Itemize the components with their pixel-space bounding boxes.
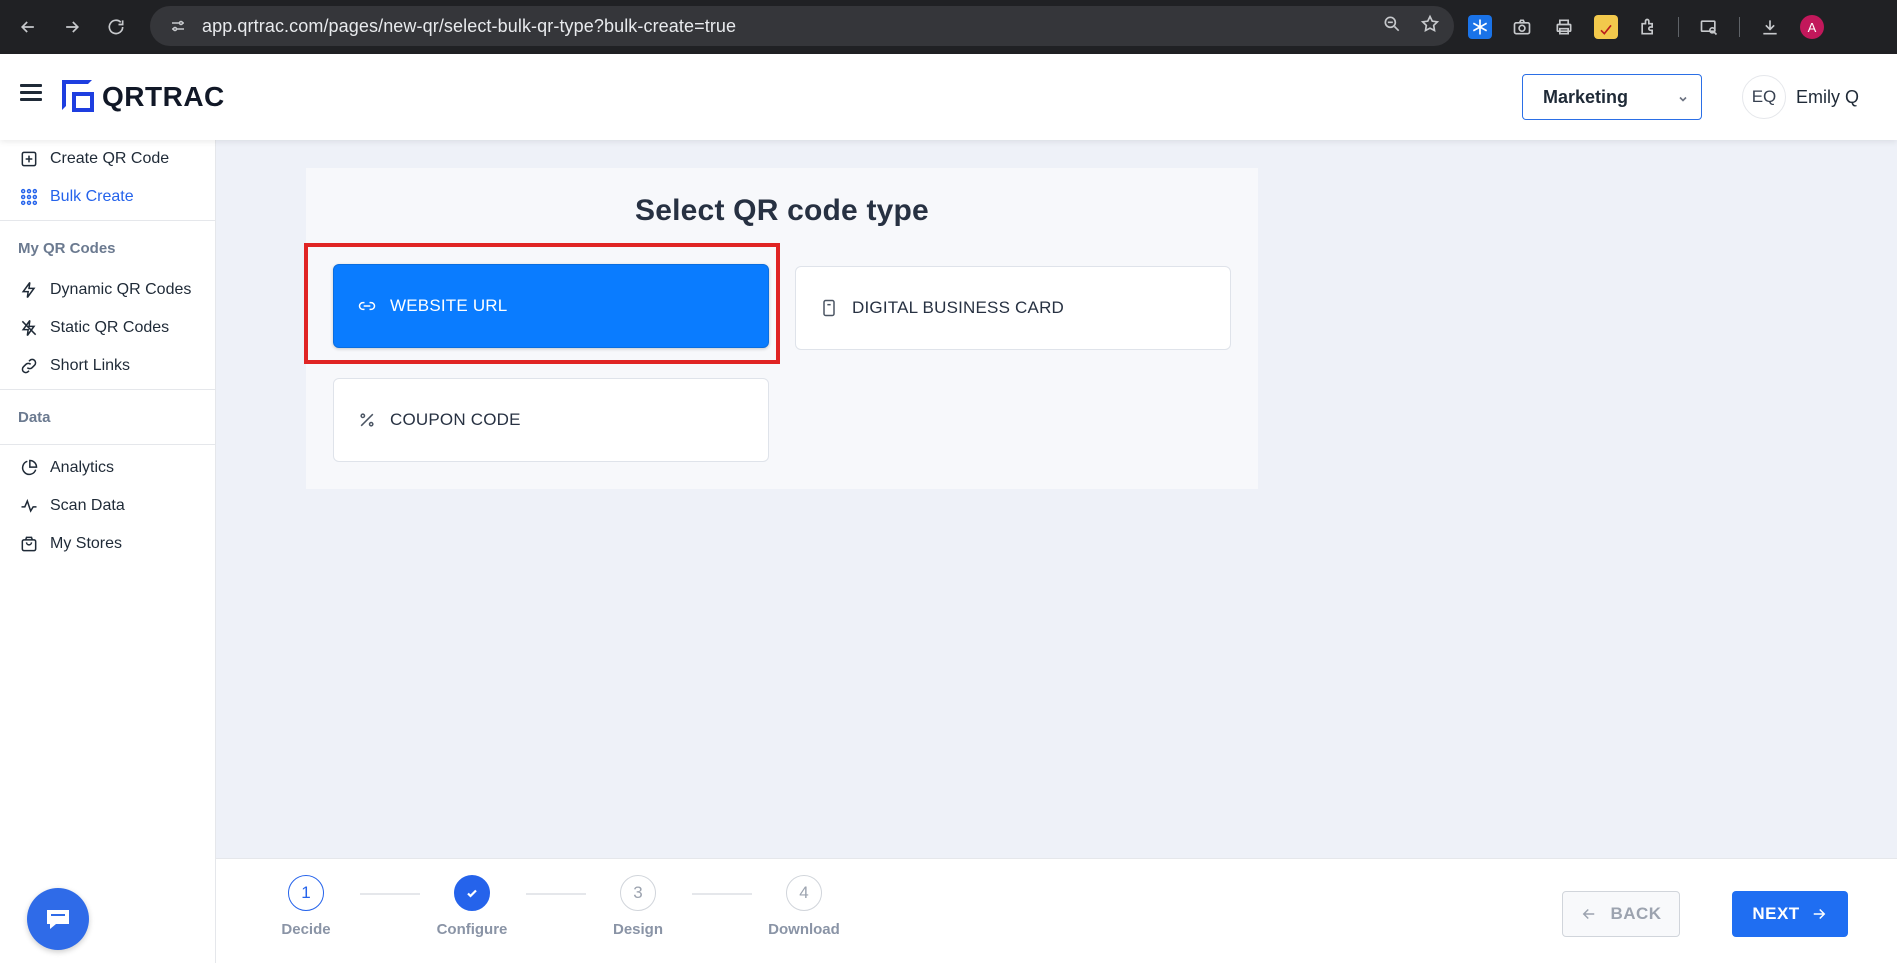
qr-type-card-label: DIGITAL BUSINESS CARD bbox=[852, 298, 1065, 317]
sidebar-item-bulk-create[interactable]: Bulk Create bbox=[0, 178, 215, 216]
step-label: Design bbox=[612, 921, 663, 938]
browser-profile-avatar[interactable]: A bbox=[1800, 15, 1824, 39]
sidebar-item-label: Analytics bbox=[50, 459, 115, 476]
sidebar-item-analytics[interactable]: Analytics bbox=[0, 449, 215, 487]
sidebar-divider bbox=[0, 444, 215, 445]
sidebar-item-create-qr-code[interactable]: Create QR Code bbox=[0, 140, 215, 178]
snowflake-extension-icon[interactable] bbox=[1468, 15, 1492, 39]
download-icon[interactable] bbox=[1758, 15, 1782, 39]
sidebar-item-label: My Stores bbox=[50, 535, 123, 552]
sidebar-item-label: Scan Data bbox=[50, 497, 125, 514]
link-icon bbox=[18, 355, 40, 377]
next-button-label: NEXT bbox=[1752, 904, 1800, 923]
step-number: 4 bbox=[786, 875, 822, 911]
extensions-bar: A bbox=[1468, 8, 1824, 46]
logo-mark-icon bbox=[62, 80, 96, 114]
puzzle-extensions-icon[interactable] bbox=[1636, 15, 1660, 39]
app-header: QRTRAC Marketing EQ Emily Q bbox=[0, 54, 1897, 140]
shopping-bag-icon bbox=[18, 533, 40, 555]
step-connector bbox=[692, 893, 752, 895]
bookmark-star-icon[interactable] bbox=[1420, 14, 1440, 39]
address-bar[interactable]: app.qrtrac.com/pages/new-qr/select-bulk-… bbox=[150, 6, 1454, 46]
sidebar-item-label: Short Links bbox=[50, 357, 131, 374]
zoom-icon[interactable] bbox=[1382, 14, 1402, 39]
sidebar-divider bbox=[0, 389, 215, 390]
sidebar-divider bbox=[0, 220, 215, 221]
next-button[interactable]: NEXT bbox=[1732, 891, 1848, 937]
chat-widget-button[interactable] bbox=[27, 888, 89, 950]
printer-extension-icon[interactable] bbox=[1552, 15, 1576, 39]
selection-highlight-box bbox=[304, 243, 780, 364]
toolbar-divider bbox=[1739, 17, 1740, 37]
qr-type-card-coupon-code[interactable]: COUPON CODE bbox=[333, 378, 769, 462]
tab-search-icon[interactable] bbox=[1697, 15, 1721, 39]
camera-extension-icon[interactable] bbox=[1510, 15, 1534, 39]
step-design[interactable]: 3 Design bbox=[588, 875, 688, 938]
organization-select[interactable]: Marketing bbox=[1522, 74, 1702, 120]
organization-select-value: Marketing bbox=[1543, 86, 1629, 107]
sidebar: Create QR Code Bulk Create My QR Codes D… bbox=[0, 140, 216, 963]
pie-chart-icon bbox=[18, 457, 40, 479]
step-done-circle bbox=[454, 875, 490, 911]
arrow-right-icon bbox=[1813, 908, 1825, 920]
lightning-off-icon bbox=[18, 317, 40, 339]
notes-extension-icon[interactable] bbox=[1594, 15, 1618, 39]
sidebar-item-static-qr-codes[interactable]: Static QR Codes bbox=[0, 309, 215, 347]
step-configure[interactable]: Configure bbox=[422, 875, 522, 938]
sidebar-item-label: Dynamic QR Codes bbox=[50, 281, 192, 298]
chat-icon bbox=[47, 910, 69, 929]
qrtrac-logo[interactable]: QRTRAC bbox=[62, 80, 225, 114]
grid-dots-icon bbox=[18, 186, 40, 208]
step-decide[interactable]: 1 Decide bbox=[256, 875, 356, 938]
qr-type-card-digital-business-card[interactable]: DIGITAL BUSINESS CARD bbox=[795, 266, 1231, 350]
qr-type-card-label: COUPON CODE bbox=[390, 410, 521, 429]
logo-text: QRTRAC bbox=[102, 81, 225, 112]
back-arrow-icon[interactable] bbox=[10, 9, 46, 45]
url-text[interactable]: app.qrtrac.com/pages/new-qr/select-bulk-… bbox=[202, 16, 736, 37]
plus-square-icon bbox=[18, 148, 40, 170]
check-icon bbox=[467, 889, 477, 898]
card-icon bbox=[818, 297, 840, 319]
lightning-icon bbox=[18, 279, 40, 301]
sidebar-item-scan-data[interactable]: Scan Data bbox=[0, 487, 215, 525]
step-label: Download bbox=[768, 921, 840, 938]
sidebar-item-label: Create QR Code bbox=[50, 150, 170, 167]
sidebar-item-short-links[interactable]: Short Links bbox=[0, 347, 215, 385]
step-number: 1 bbox=[288, 875, 324, 911]
step-connector bbox=[526, 893, 586, 895]
sidebar-item-label: Bulk Create bbox=[50, 188, 134, 205]
sidebar-item-my-stores[interactable]: My Stores bbox=[0, 525, 215, 563]
sidebar-section-data: Data bbox=[18, 408, 51, 426]
toolbar-divider bbox=[1678, 17, 1679, 37]
site-settings-icon[interactable] bbox=[166, 14, 190, 38]
forward-arrow-icon[interactable] bbox=[54, 9, 90, 45]
step-label: Decide bbox=[281, 921, 331, 938]
back-button[interactable]: BACK bbox=[1562, 891, 1680, 937]
chevron-down-icon bbox=[1677, 89, 1689, 102]
sidebar-item-label: Static QR Codes bbox=[50, 319, 170, 336]
step-label: Configure bbox=[436, 921, 508, 938]
activity-icon bbox=[18, 495, 40, 517]
footer-stepper-bar: 1 Decide Configure 3 Design 4 Download B… bbox=[216, 858, 1897, 963]
hamburger-menu-icon[interactable] bbox=[20, 84, 42, 106]
step-download[interactable]: 4 Download bbox=[754, 875, 854, 938]
step-connector bbox=[360, 893, 420, 895]
reload-icon[interactable] bbox=[98, 9, 134, 45]
page-title: Select QR code type bbox=[635, 194, 929, 227]
arrow-left-icon bbox=[1583, 908, 1595, 920]
user-name[interactable]: Emily Q bbox=[1796, 87, 1859, 108]
step-number: 3 bbox=[620, 875, 656, 911]
percent-icon bbox=[356, 409, 378, 431]
browser-toolbar: app.qrtrac.com/pages/new-qr/select-bulk-… bbox=[0, 0, 1897, 54]
sidebar-section-my-qr-codes: My QR Codes bbox=[18, 239, 116, 257]
sidebar-item-dynamic-qr-codes[interactable]: Dynamic QR Codes bbox=[0, 271, 215, 309]
user-avatar[interactable]: EQ bbox=[1742, 75, 1786, 119]
back-button-label: BACK bbox=[1610, 904, 1662, 923]
